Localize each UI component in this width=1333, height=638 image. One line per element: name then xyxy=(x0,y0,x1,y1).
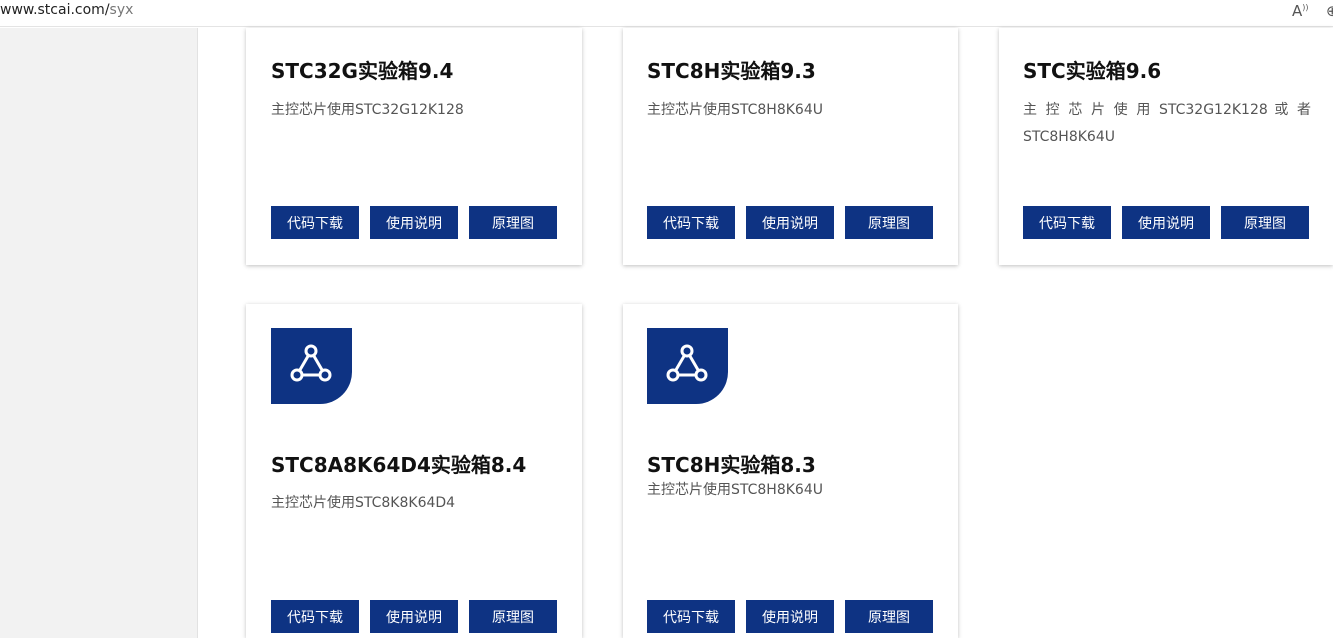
schematic-button[interactable]: 原理图 xyxy=(845,206,933,239)
card-title: STC实验箱9.6 xyxy=(1023,59,1162,83)
card-description: 主控芯片使用STC32G12K128 xyxy=(271,102,464,118)
card-description: 主控芯片使用STC8K8K64D4 xyxy=(271,495,456,511)
code-download-button[interactable]: 代码下载 xyxy=(271,206,359,239)
network-logo-icon xyxy=(271,328,352,404)
url-path: syx xyxy=(109,2,134,18)
manual-button[interactable]: 使用说明 xyxy=(746,206,834,239)
product-card: STC32G实验箱9.4 主控芯片使用STC32G12K128 代码下载 使用说… xyxy=(246,28,582,265)
card-title: STC8H实验箱9.3 xyxy=(647,59,816,83)
schematic-button[interactable]: 原理图 xyxy=(469,600,557,633)
network-logo-icon xyxy=(647,328,728,404)
manual-button[interactable]: 使用说明 xyxy=(370,600,458,633)
code-download-button[interactable]: 代码下载 xyxy=(647,206,735,239)
manual-button[interactable]: 使用说明 xyxy=(746,600,834,633)
product-card: STC8A8K64D4实验箱8.4 主控芯片使用STC8K8K64D4 代码下载… xyxy=(246,304,582,638)
zoom-icon[interactable]: ⊕ xyxy=(1326,2,1333,20)
schematic-button[interactable]: 原理图 xyxy=(845,600,933,633)
manual-button[interactable]: 使用说明 xyxy=(1122,206,1210,239)
manual-button[interactable]: 使用说明 xyxy=(370,206,458,239)
card-title: STC8H实验箱8.3 xyxy=(647,453,816,477)
code-download-button[interactable]: 代码下载 xyxy=(271,600,359,633)
card-description: 主 控 芯 片 使 用 STC32G12K128 或 者 STC8H8K64U xyxy=(1023,102,1311,145)
read-aloud-icon[interactable]: A)) xyxy=(1292,2,1309,20)
card-description: 主控芯片使用STC8H8K64U xyxy=(647,482,823,498)
code-download-button[interactable]: 代码下载 xyxy=(647,600,735,633)
schematic-button[interactable]: 原理图 xyxy=(1221,206,1309,239)
schematic-button[interactable]: 原理图 xyxy=(469,206,557,239)
product-card: STC实验箱9.6 主 控 芯 片 使 用 STC32G12K128 或 者 S… xyxy=(999,28,1333,265)
product-card: STC8H实验箱8.3 主控芯片使用STC8H8K64U 代码下载 使用说明 原… xyxy=(623,304,958,638)
left-sidebar xyxy=(0,28,198,638)
card-title: STC32G实验箱9.4 xyxy=(271,59,454,83)
code-download-button[interactable]: 代码下载 xyxy=(1023,206,1111,239)
address-bar[interactable]: www.stcai.com/syx A)) ⊕ xyxy=(0,0,1333,27)
url-text[interactable]: www.stcai.com/syx xyxy=(0,2,133,18)
card-title: STC8A8K64D4实验箱8.4 xyxy=(271,453,527,477)
url-host: www.stcai.com/ xyxy=(0,2,110,18)
card-description: 主控芯片使用STC8H8K64U xyxy=(647,102,823,118)
product-card: STC8H实验箱9.3 主控芯片使用STC8H8K64U 代码下载 使用说明 原… xyxy=(623,28,958,265)
